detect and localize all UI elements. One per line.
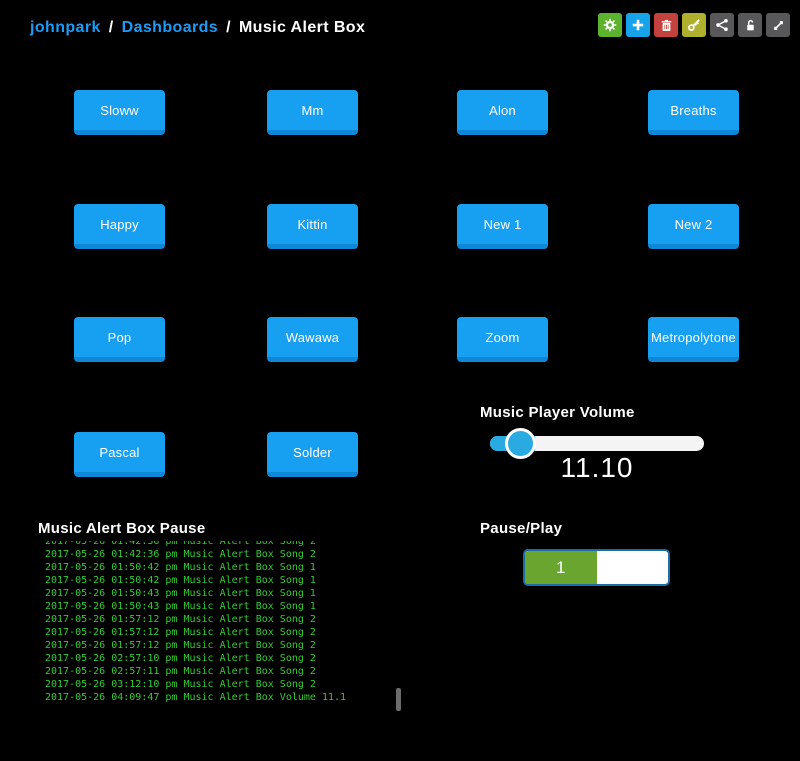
breadcrumb-separator: /	[226, 19, 231, 36]
dashboard-page: johnpark / Dashboards / Music Alert Box Slow…	[0, 0, 800, 761]
key-icon	[687, 18, 701, 32]
trash-icon	[660, 19, 673, 32]
log-line: 2017-05-26 03:12:10 pm Music Alert Box S…	[38, 678, 398, 691]
toggle-on-segment: 1	[525, 551, 597, 584]
sound-button-happy[interactable]: Happy	[74, 204, 165, 249]
log-line: 2017-05-26 01:42:36 pm Music Alert Box S…	[38, 548, 398, 561]
log-line: 2017-05-26 01:50:42 pm Music Alert Box S…	[38, 561, 398, 574]
log-line: 2017-05-26 02:57:10 pm Music Alert Box S…	[38, 652, 398, 665]
sound-button-new-2[interactable]: New 2	[648, 204, 739, 249]
pause-play-toggle[interactable]: 1	[523, 549, 670, 586]
privacy-button[interactable]	[738, 13, 762, 37]
page-title: Music Alert Box	[239, 19, 365, 36]
sound-button-zoom[interactable]: Zoom	[457, 317, 548, 362]
log-line: 2017-05-26 02:57:11 pm Music Alert Box S…	[38, 665, 398, 678]
settings-button[interactable]	[598, 13, 622, 37]
sound-button-mm[interactable]: Mm	[267, 90, 358, 135]
expand-icon	[772, 19, 785, 32]
breadcrumb-dashboards-link[interactable]: Dashboards	[122, 19, 218, 36]
sound-button-new-1[interactable]: New 1	[457, 204, 548, 249]
sound-button-breaths[interactable]: Breaths	[648, 90, 739, 135]
log-line: 2017-05-26 01:57:12 pm Music Alert Box S…	[38, 613, 398, 626]
plus-icon	[631, 18, 645, 32]
log-line: 2017-05-26 01:50:43 pm Music Alert Box S…	[38, 587, 398, 600]
pause-toggle-label: Pause/Play	[480, 520, 562, 537]
breadcrumb-separator: /	[109, 19, 114, 36]
keys-button[interactable]	[682, 13, 706, 37]
sound-button-alon[interactable]: Alon	[457, 90, 548, 135]
sound-button-sloww[interactable]: Sloww	[74, 90, 165, 135]
log-line: 2017-05-26 04:09:47 pm Music Alert Box V…	[38, 691, 398, 704]
log-lines: 2017-05-26 01:42:36 pm Music Alert Box S…	[38, 541, 398, 704]
share-button[interactable]	[710, 13, 734, 37]
lock-icon	[744, 19, 757, 32]
breadcrumb: johnpark / Dashboards / Music Alert Box	[30, 19, 365, 37]
fullscreen-button[interactable]	[766, 13, 790, 37]
add-block-button[interactable]	[626, 13, 650, 37]
log-scrollbar-thumb[interactable]	[396, 688, 401, 711]
sound-button-metropolytone[interactable]: Metropolytone	[648, 317, 739, 362]
log-line: 2017-05-26 01:57:12 pm Music Alert Box S…	[38, 639, 398, 652]
log-title: Music Alert Box Pause	[38, 520, 205, 537]
sound-button-solder[interactable]: Solder	[267, 432, 358, 477]
sound-button-pascal[interactable]: Pascal	[74, 432, 165, 477]
toggle-value: 1	[556, 558, 565, 578]
log-line: 2017-05-26 01:42:36 pm Music Alert Box S…	[38, 541, 398, 548]
sound-button-wawawa[interactable]: Wawawa	[267, 317, 358, 362]
header-actions	[598, 13, 790, 37]
share-icon	[715, 18, 729, 32]
log-line: 2017-05-26 01:57:12 pm Music Alert Box S…	[38, 626, 398, 639]
volume-slider-label: Music Player Volume	[480, 404, 635, 421]
gear-icon	[603, 18, 617, 32]
sound-button-kittin[interactable]: Kittin	[267, 204, 358, 249]
delete-button[interactable]	[654, 13, 678, 37]
log-box[interactable]: 2017-05-26 01:42:36 pm Music Alert Box S…	[38, 541, 398, 713]
volume-value: 11.10	[490, 452, 704, 484]
log-line: 2017-05-26 01:50:43 pm Music Alert Box S…	[38, 600, 398, 613]
sound-button-pop[interactable]: Pop	[74, 317, 165, 362]
log-line: 2017-05-26 01:50:42 pm Music Alert Box S…	[38, 574, 398, 587]
breadcrumb-user-link[interactable]: johnpark	[30, 19, 101, 36]
